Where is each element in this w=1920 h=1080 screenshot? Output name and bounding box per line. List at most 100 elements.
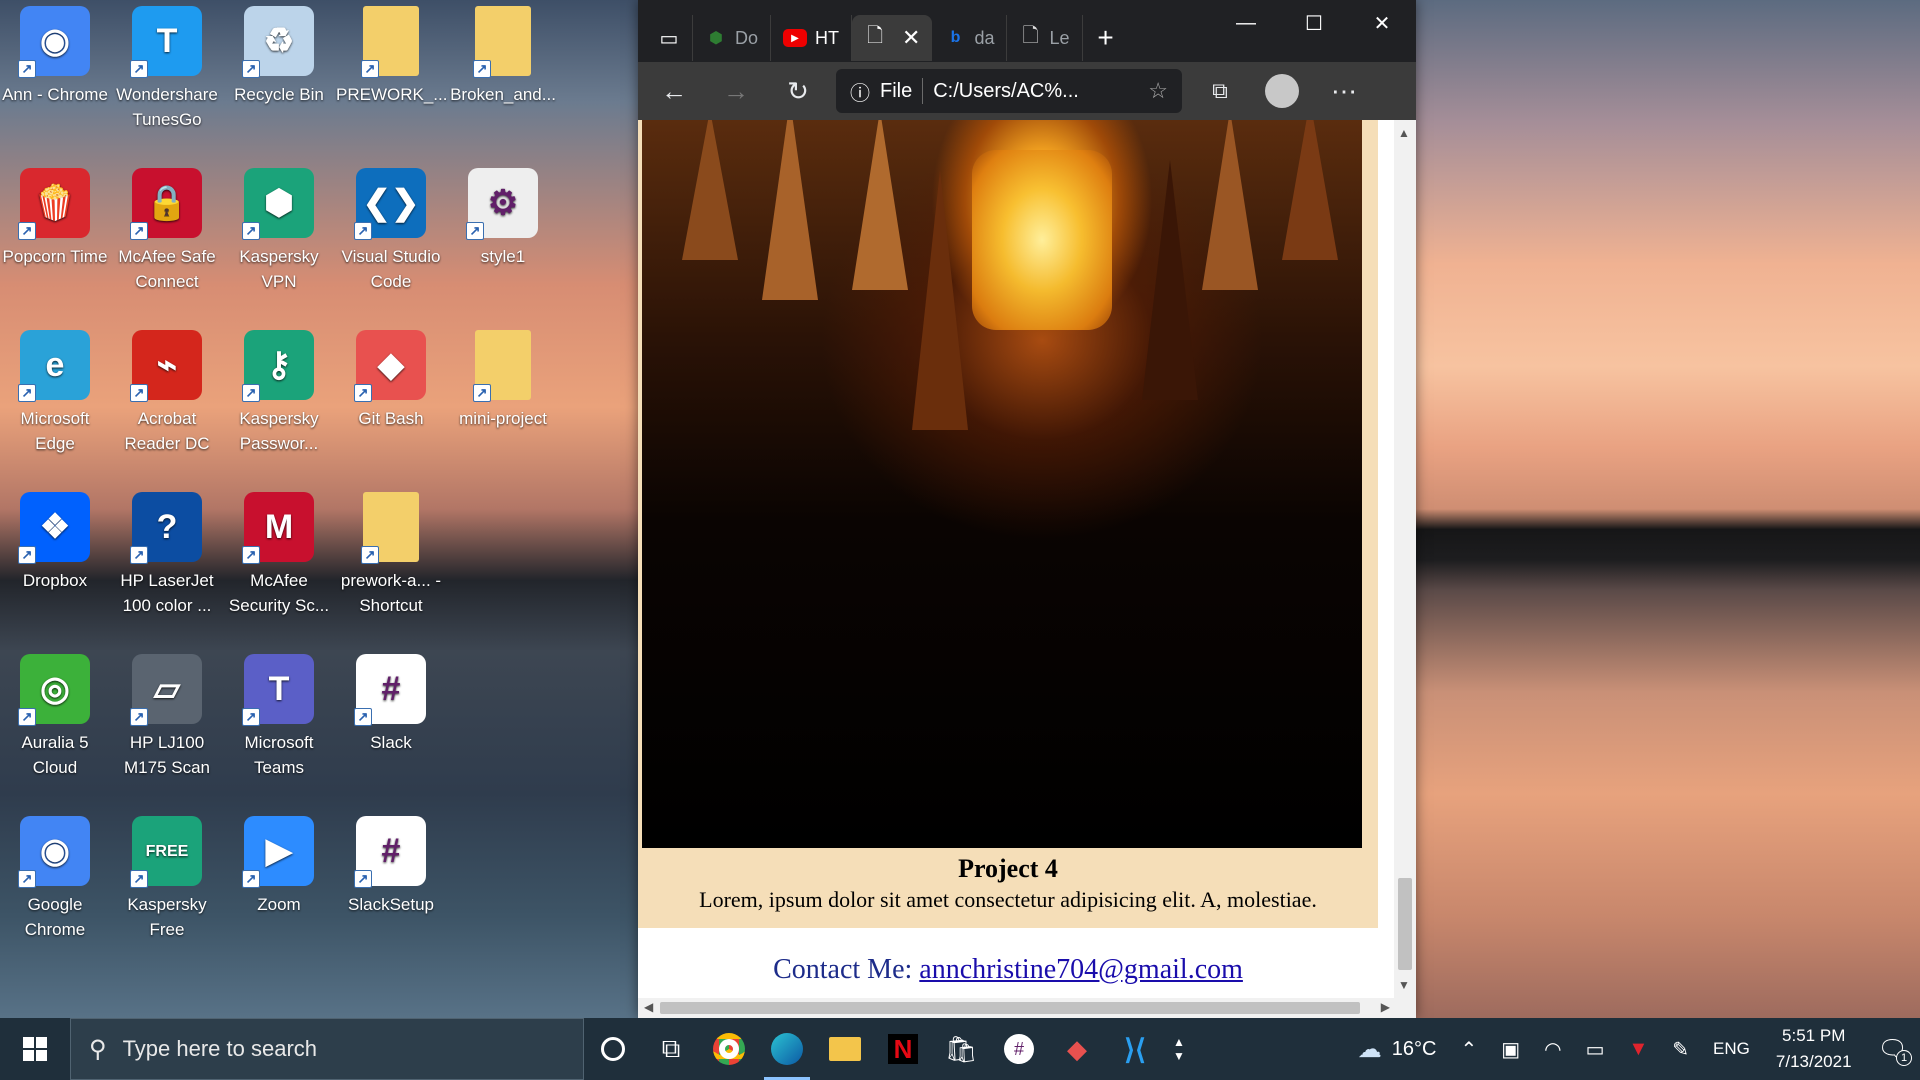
taskbar-store[interactable]: 🛍 [932, 1018, 990, 1080]
new-tab-button[interactable]: + [1083, 15, 1129, 61]
desktop-icon[interactable]: ↗ prework-a... - Shortcut [336, 492, 446, 618]
minimize-button[interactable]: — [1212, 0, 1280, 46]
back-button[interactable]: ← [650, 69, 698, 113]
clock[interactable]: 5:51 PM 7/13/2021 [1762, 1023, 1866, 1075]
desktop-icon[interactable]: ◉ ↗ Ann - Chrome [0, 6, 110, 107]
close-window-button[interactable]: ✕ [1348, 0, 1416, 46]
cortana-button[interactable] [584, 1018, 642, 1080]
hp-help-icon: ? ↗ [130, 492, 202, 564]
taskbar-file-explorer[interactable] [816, 1018, 874, 1080]
meet-now-icon[interactable]: ▣ [1489, 1018, 1532, 1080]
tab-4[interactable]: b da [932, 15, 1008, 61]
desktop-icon[interactable]: T ↗ Wondershare TunesGo [112, 6, 222, 132]
desktop-icon-label: Visual Studio Code [341, 247, 441, 291]
desktop-icon[interactable]: ↗ mini-project [448, 330, 558, 431]
start-button[interactable] [0, 1018, 70, 1080]
desktop-icon[interactable]: # ↗ SlackSetup [336, 816, 446, 917]
desktop-icon[interactable]: ▱ ↗ HP LJ100 M175 Scan [112, 654, 222, 780]
tab-2[interactable]: ▶ HT [771, 15, 853, 61]
page-icon: 🗋 [866, 25, 884, 47]
show-hidden-icons-button[interactable]: ⌃ [1448, 1018, 1489, 1080]
wifi-icon[interactable]: ◠ [1532, 1018, 1573, 1080]
desktop-icon[interactable]: ◆ ↗ Git Bash [336, 330, 446, 431]
tab-5[interactable]: 🗋 Le [1007, 15, 1083, 61]
desktop-icon[interactable]: 🔒 ↗ McAfee Safe Connect [112, 168, 222, 294]
more-menu-button[interactable]: ⋯ [1320, 69, 1368, 113]
shortcut-arrow-icon: ↗ [354, 708, 372, 726]
shortcut-arrow-icon: ↗ [18, 870, 36, 888]
desktop-icon[interactable]: ♻ ↗ Recycle Bin [224, 6, 334, 107]
address-bar[interactable]: ⓘ File C:/Users/AC%... ☆ [836, 69, 1182, 113]
battery-icon[interactable]: ▭ [1574, 1018, 1617, 1080]
desktop-icon[interactable]: ? ↗ HP LaserJet 100 color ... [112, 492, 222, 618]
desktop-icon[interactable]: M ↗ McAfee Security Sc... [224, 492, 334, 618]
desktop-icon[interactable]: ⚙ ↗ style1 [448, 168, 558, 269]
git-bash-icon: ◆ ↗ [354, 330, 426, 402]
taskbar-netflix[interactable]: N [874, 1018, 932, 1080]
desktop-icon[interactable]: ↗ Broken_and... [448, 6, 558, 107]
taskbar-search[interactable]: ⚲ Type here to search [70, 1018, 584, 1080]
desktop-icon[interactable]: ◎ ↗ Auralia 5 Cloud [0, 654, 110, 780]
desktop-icon[interactable]: ▶ ↗ Zoom [224, 816, 334, 917]
weather-widget[interactable]: ☁ 16°C [1346, 1018, 1449, 1080]
desktop-icon[interactable]: 🍿 ↗ Popcorn Time [0, 168, 110, 269]
desktop-icon[interactable]: ⌁ ↗ Acrobat Reader DC [112, 330, 222, 456]
info-icon[interactable]: ⓘ [850, 77, 870, 106]
mcafee-tray-icon[interactable]: ▼ [1616, 1018, 1660, 1080]
close-tab-icon[interactable]: ✕ [902, 25, 920, 51]
vscode-icon: ⟩⟨ [1124, 1033, 1146, 1065]
caret-up-icon: ⌃ [1460, 1038, 1478, 1061]
notifications-button[interactable]: 🗨 1 [1866, 1018, 1920, 1080]
desktop-icon[interactable]: ❖ ↗ Dropbox [0, 492, 110, 593]
recycle-bin-icon: ♻ ↗ [242, 6, 314, 78]
pen-icon[interactable]: ✎ [1660, 1018, 1701, 1080]
scroll-down-icon[interactable]: ▼ [1398, 978, 1410, 992]
taskbar-slack[interactable]: # [990, 1018, 1048, 1080]
horizontal-scrollbar[interactable]: ◀ ▶ [638, 998, 1416, 1018]
tab-3-active[interactable]: 🗋 ✕ [852, 15, 933, 61]
desktop-icon[interactable]: T ↗ Microsoft Teams [224, 654, 334, 780]
language-indicator[interactable]: ENG [1701, 1018, 1762, 1080]
browser-window: ▭ ⬢ Do ▶ HT 🗋 ✕ b da 🗋 Le + — ☐ ✕ ← → ↻ … [638, 0, 1416, 1018]
scroll-left-icon[interactable]: ◀ [644, 1000, 653, 1014]
maximize-button[interactable]: ☐ [1280, 0, 1348, 46]
desktop-icon[interactable]: ⚷ ↗ Kaspersky Passwor... [224, 330, 334, 456]
desktop-icon[interactable]: ⬢ ↗ Kaspersky VPN [224, 168, 334, 294]
vertical-scrollbar[interactable]: ▲ ▼ [1394, 120, 1416, 998]
profile-avatar[interactable] [1258, 69, 1306, 113]
desktop-icon[interactable]: e ↗ Microsoft Edge [0, 330, 110, 456]
task-view-button[interactable]: ⧉ [642, 1018, 700, 1080]
taskbar-overflow[interactable]: ▲ ▼ [1164, 1018, 1194, 1080]
contact-email-link[interactable]: annchristine704@gmail.com [919, 954, 1243, 985]
chrome-icon: ◉ ↗ [18, 816, 90, 888]
scroll-up-icon[interactable]: ▲ [1398, 126, 1410, 140]
git-icon: ◆ [1067, 1033, 1087, 1064]
shortcut-arrow-icon: ↗ [18, 384, 36, 402]
taskbar-vscode[interactable]: ⟩⟨ [1106, 1018, 1164, 1080]
desktop-icon[interactable]: FREE ↗ Kaspersky Free [112, 816, 222, 942]
desktop-icon[interactable]: ◉ ↗ Google Chrome [0, 816, 110, 942]
refresh-button[interactable]: ↻ [774, 69, 822, 113]
tab-actions-button[interactable]: ▭ [646, 15, 693, 61]
hscroll-thumb[interactable] [660, 1002, 1360, 1014]
desktop-icon-label: Kaspersky VPN [239, 247, 319, 291]
taskbar-git[interactable]: ◆ [1048, 1018, 1106, 1080]
desktop-icon-label: Microsoft Teams [244, 733, 314, 777]
scroll-right-icon[interactable]: ▶ [1381, 1000, 1390, 1014]
desktop-icon-label: Recycle Bin [234, 85, 324, 104]
popcorn-icon: 🍿 ↗ [18, 168, 90, 240]
scroll-thumb[interactable] [1398, 878, 1412, 970]
desktop-icon[interactable]: ↗ PREWORK_... [336, 6, 447, 107]
desktop-icon-label: Ann - Chrome [2, 85, 108, 104]
forward-button[interactable]: → [712, 69, 760, 113]
shortcut-arrow-icon: ↗ [130, 546, 148, 564]
tab-1[interactable]: ⬢ Do [693, 15, 772, 61]
desktop-icon[interactable]: # ↗ Slack [336, 654, 446, 755]
add-favorite-icon[interactable]: ☆ [1148, 78, 1168, 104]
taskbar-chrome[interactable] [700, 1018, 758, 1080]
desktop-icon[interactable]: ❮❯ ↗ Visual Studio Code [336, 168, 446, 294]
taskbar-edge[interactable] [758, 1018, 816, 1080]
mcafee-safe-connect-icon: 🔒 ↗ [130, 168, 202, 240]
desktop-icon-label: Acrobat Reader DC [124, 409, 210, 453]
collections-button[interactable]: ⧉ [1196, 69, 1244, 113]
